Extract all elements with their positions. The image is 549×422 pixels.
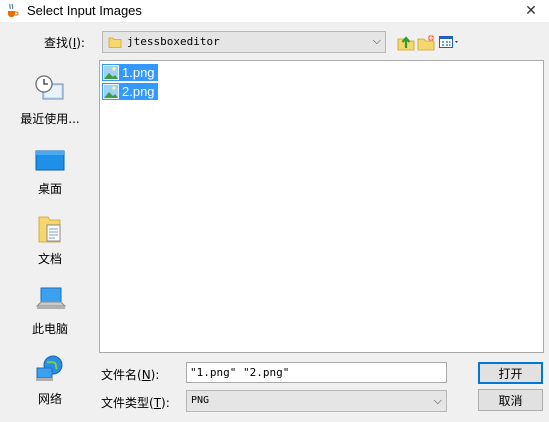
- place-network[interactable]: 网络: [8, 350, 92, 416]
- place-label: 最近使用...: [20, 112, 80, 126]
- look-in-value: jtessboxeditor: [127, 35, 220, 48]
- file-type-label: 文件类型(T):: [101, 396, 170, 410]
- file-item[interactable]: 2.png: [102, 83, 158, 100]
- file-list[interactable]: 1.png 2.png: [99, 60, 544, 353]
- new-folder-icon[interactable]: [416, 32, 436, 52]
- desktop-icon: [35, 150, 65, 171]
- file-name-input[interactable]: "1.png" "2.png": [186, 362, 447, 383]
- documents-icon: [38, 216, 61, 243]
- place-documents[interactable]: 文档: [8, 210, 92, 276]
- place-label: 此电脑: [31, 322, 68, 336]
- folder-icon: [108, 37, 122, 48]
- network-icon: [36, 355, 63, 381]
- title-bar: Select Input Images ✕: [0, 0, 549, 22]
- close-button[interactable]: ✕: [513, 0, 549, 22]
- image-file-icon: [103, 84, 119, 99]
- up-one-level-icon[interactable]: [396, 32, 416, 52]
- place-label: 桌面: [37, 182, 62, 196]
- recent-items-icon: [35, 75, 64, 100]
- chevron-down-icon: ⌵: [372, 34, 381, 47]
- open-button[interactable]: 打开: [478, 362, 543, 384]
- place-recent-items[interactable]: 最近使用...: [8, 70, 92, 136]
- file-type-combo[interactable]: PNG ⌵: [186, 390, 447, 412]
- file-item[interactable]: 1.png: [102, 64, 158, 81]
- close-icon: ✕: [525, 3, 537, 19]
- place-this-pc[interactable]: 此电脑: [8, 280, 92, 346]
- cancel-button[interactable]: 取消: [478, 389, 543, 411]
- view-menu-icon[interactable]: [438, 32, 462, 52]
- image-file-icon: [103, 65, 119, 80]
- place-desktop[interactable]: 桌面: [8, 140, 92, 206]
- look-in-combo[interactable]: jtessboxeditor ⌵: [102, 31, 386, 53]
- file-type-value: PNG: [191, 395, 210, 406]
- java-cup-icon: [8, 3, 19, 17]
- file-name: 2.png: [122, 84, 155, 99]
- places-bar: 最近使用... 桌面 文档 此电脑 网络: [8, 60, 92, 414]
- place-label: 网络: [37, 392, 62, 406]
- chevron-down-icon: ⌵: [433, 394, 442, 407]
- look-in-label: 查找(I):: [44, 36, 85, 50]
- file-name-label: 文件名(N):: [101, 368, 160, 382]
- file-name: 1.png: [122, 65, 155, 80]
- place-label: 文档: [37, 252, 62, 266]
- this-pc-icon: [35, 287, 66, 309]
- window-title: Select Input Images: [27, 3, 142, 18]
